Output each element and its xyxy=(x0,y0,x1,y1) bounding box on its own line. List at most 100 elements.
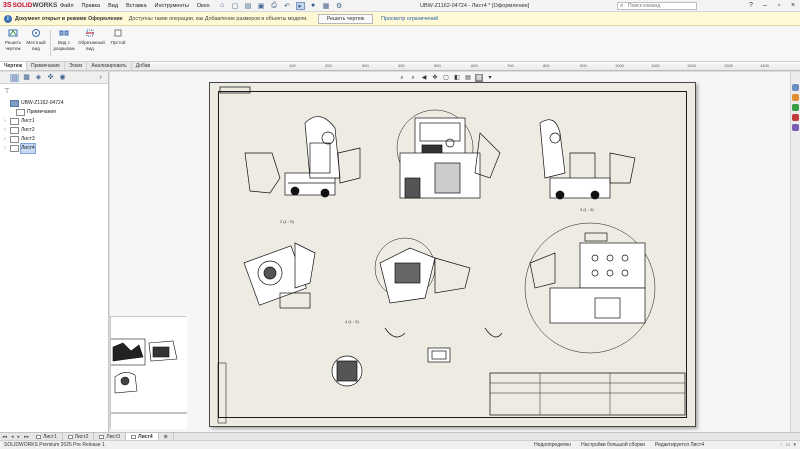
tree-root-drawing[interactable]: UBW-Z1162-04724 xyxy=(4,99,108,108)
select-icon[interactable]: ▸ xyxy=(295,1,305,10)
sheet-icon xyxy=(10,118,19,125)
ruler-number: 900 xyxy=(580,63,587,68)
tree-item-sheet2[interactable]: › Лист2 xyxy=(4,126,108,135)
tab-drawing[interactable]: Чертеж xyxy=(0,62,27,70)
sheet-preview-thumbnail xyxy=(108,316,187,429)
hide-show-icon[interactable]: ▾ xyxy=(486,74,494,82)
ribbon-detail-view-button[interactable]: Местный вид xyxy=(24,28,48,51)
status-large-assembly[interactable]: Настройки большой сборки xyxy=(581,441,645,449)
svg-text:2 (1 : 5): 2 (1 : 5) xyxy=(280,219,294,224)
logo-text-solid: SOLID xyxy=(12,2,33,9)
menu-window[interactable]: Окно xyxy=(193,0,214,12)
sheet-icon xyxy=(36,434,42,439)
expand-panel-icon[interactable]: › xyxy=(96,74,105,82)
tab-evaluate[interactable]: Анализировать xyxy=(87,62,132,70)
view-settings-icon[interactable]: ◧ xyxy=(453,74,461,82)
help-icon[interactable]: ? xyxy=(744,0,758,12)
view-front-left xyxy=(244,116,361,198)
previous-view-icon[interactable]: ◀ xyxy=(420,74,428,82)
new-icon[interactable]: ▢ xyxy=(231,2,240,10)
status-items: Недоопределен Настройки большой сборки Р… xyxy=(534,441,704,449)
ribbon-resolve-drawing-button[interactable]: Решить чертеж xyxy=(1,28,25,51)
product-version: SOLIDWORKS Premium 2025 Pre Release 1 xyxy=(4,442,105,448)
resolve-drawing-button[interactable]: Решить чертеж xyxy=(317,13,374,24)
tab-sketch[interactable]: Эскиз xyxy=(65,62,88,70)
ribbon-empty-view-button[interactable]: Пустой xyxy=(106,28,130,46)
command-manager-ribbon: Решить чертеж Местный вид Вид с разрывом… xyxy=(0,26,800,62)
custom-properties-icon[interactable] xyxy=(792,124,799,131)
ruler-number: 700 xyxy=(507,63,514,68)
menu-insert[interactable]: Вставка xyxy=(122,0,150,12)
display-style-icon[interactable]: ▢ xyxy=(442,74,450,82)
design-library-icon[interactable] xyxy=(792,94,799,101)
custom-units-icon[interactable]: ▾ xyxy=(793,441,796,449)
minimize-icon[interactable]: – xyxy=(758,0,772,12)
tree-item-sheet1[interactable]: › Лист1 xyxy=(4,117,108,126)
rebuild-icon[interactable]: ● xyxy=(309,2,318,10)
detail-view-icon xyxy=(32,29,40,37)
zoom-area-icon[interactable]: ⌕ xyxy=(409,74,417,82)
zoom-to-fit-icon[interactable]: ⌕ xyxy=(398,74,406,82)
sheet-tabs-bar: ◂◂ ◂ ▸ ▸▸ Лист1 Лист2 Лист3 Лист4 ⊕ xyxy=(0,432,800,441)
search-commands-input[interactable]: ⌕ Поиск команд xyxy=(617,2,697,10)
configuration-manager-tab-icon[interactable]: ◈ xyxy=(34,74,43,82)
display-manager-tab-icon[interactable]: ◉ xyxy=(58,74,67,82)
dimxpert-tab-icon[interactable]: ✜ xyxy=(46,74,55,82)
options-icon[interactable]: ⚙ xyxy=(335,2,344,10)
property-manager-tab-icon[interactable]: ▦ xyxy=(22,74,31,82)
appearances-icon[interactable] xyxy=(792,114,799,121)
file-explorer-icon[interactable] xyxy=(792,104,799,111)
feature-tree-tab-icon[interactable]: ▤ xyxy=(10,73,19,82)
search-icon: ⌕ xyxy=(620,3,624,9)
horizontal-ruler: 100 200 300 400 500 600 700 800 900 1000… xyxy=(150,62,800,71)
svg-text:4 (1 : 5): 4 (1 : 5) xyxy=(345,319,359,324)
ribbon-separator xyxy=(50,30,51,56)
tree-item-label: Примечания xyxy=(27,109,56,115)
sheet-icon xyxy=(10,145,19,152)
selection-filter-icon[interactable]: ▦ xyxy=(475,73,483,82)
ribbon-broken-view-button[interactable]: Вид с разрывом xyxy=(52,28,76,51)
drawing-sheet[interactable]: 2 (1 : 5) 3 (1 : 5) 4 (1 : 5) xyxy=(209,82,696,427)
tree-item-label: Лист4 xyxy=(20,143,36,154)
pan-icon[interactable]: ✥ xyxy=(431,74,439,82)
resources-icon[interactable] xyxy=(792,84,799,91)
menu-tools[interactable]: Инструменты xyxy=(151,0,193,12)
view-constraints-link[interactable]: Просмотр ограничений xyxy=(381,16,438,22)
ruler-number: 1300 xyxy=(724,63,733,68)
tree-item-sheet4[interactable]: › Лист4 xyxy=(4,143,108,154)
open-icon[interactable]: ▤ xyxy=(244,2,253,10)
filter-icon[interactable]: ⊤ xyxy=(4,87,104,96)
ruler-number: 1200 xyxy=(687,63,696,68)
restore-icon[interactable]: ▫ xyxy=(772,0,786,12)
status-icons: ◌ ▭ ▾ xyxy=(780,441,796,449)
last-sheet-arrow-icon[interactable]: ▸▸ xyxy=(22,434,31,440)
ruler-number: 600 xyxy=(471,63,478,68)
drawing-icon xyxy=(10,100,19,107)
ribbon-crop-view-button[interactable]: Обрезанный вид xyxy=(78,28,105,51)
detailing-mode-infobar: i Документ открыт в режиме Оформление До… xyxy=(0,12,800,26)
units-icon[interactable]: ▭ xyxy=(786,441,791,449)
svg-text:3 (1 : 5): 3 (1 : 5) xyxy=(580,207,594,212)
home-icon[interactable]: ⌂ xyxy=(218,2,227,10)
section-view-icon[interactable]: ▤ xyxy=(464,74,472,82)
close-icon[interactable]: × xyxy=(786,0,800,12)
undo-icon[interactable]: ↶ xyxy=(283,2,292,10)
first-sheet-arrow-icon[interactable]: ◂◂ xyxy=(0,434,9,440)
tab-annotation[interactable]: Примечание xyxy=(27,62,65,70)
infobar-message: Доступны такие операции, как Добавление … xyxy=(128,15,308,22)
ribbon-label: Пустой xyxy=(110,40,126,45)
save-icon[interactable]: ▣ xyxy=(257,2,266,10)
solidworks-logo[interactable]: 3S SOLID WORKS xyxy=(0,2,57,9)
title-bar: 3S SOLID WORKS Файл Правка Вид Вставка Инс… xyxy=(0,0,800,12)
menu-file[interactable]: Файл xyxy=(56,0,78,12)
tree-item-sheet3[interactable]: › Лист3 xyxy=(4,135,108,144)
menu-edit[interactable]: Правка xyxy=(78,0,105,12)
menu-view[interactable]: Вид xyxy=(104,0,122,12)
tree-item-annotations[interactable]: Примечания xyxy=(4,108,108,117)
print-icon[interactable]: ⎙ xyxy=(270,2,279,10)
sheet-icon xyxy=(131,434,137,439)
file-properties-icon[interactable]: ▦ xyxy=(322,2,331,10)
status-editing: Редактируется Лист4 xyxy=(654,442,704,448)
feature-manager-tabs: ▤ ▦ ◈ ✜ ◉ › xyxy=(0,72,108,84)
rebuild-status-icon[interactable]: ◌ xyxy=(780,441,783,449)
